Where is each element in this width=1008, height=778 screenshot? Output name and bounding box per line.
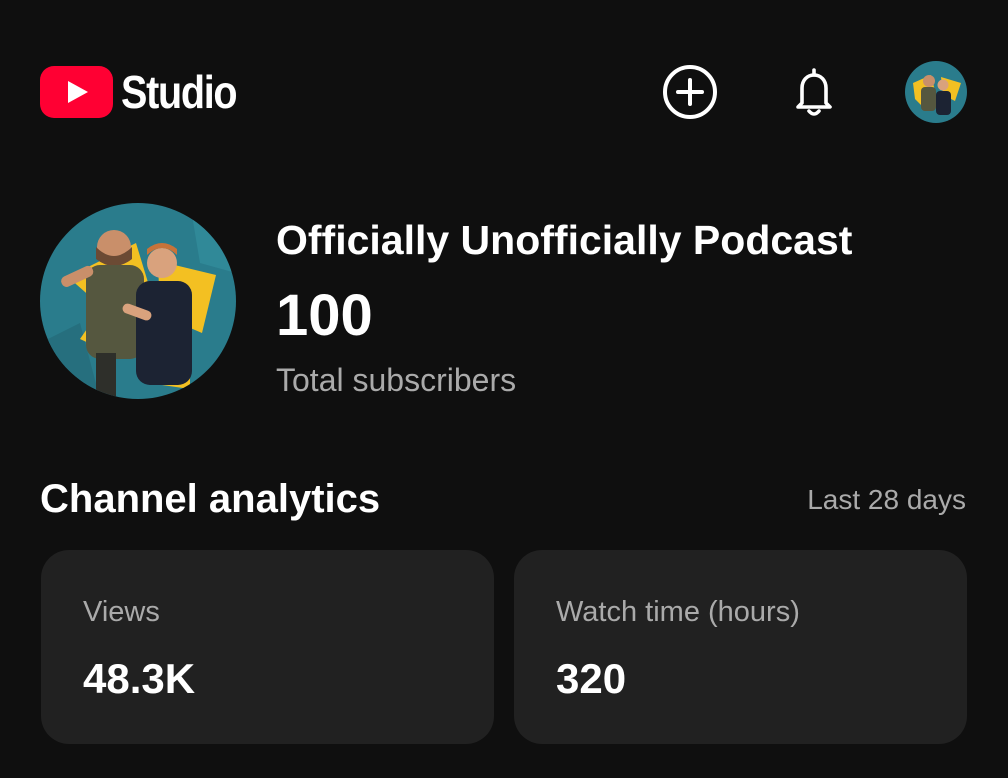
watch-time-value: 320 [556,655,627,702]
channel-analytics-title: Channel analytics [40,477,381,521]
date-range-label[interactable]: Last 28 days [807,482,966,518]
views-card[interactable]: Views 48.3K [41,550,494,744]
views-value: 48.3K [83,655,196,702]
top-app-bar: Studio [0,0,1008,190]
watch-time-label: Watch time (hours) [556,596,800,628]
subscriber-label: Total subscribers [276,362,517,398]
create-button[interactable] [660,62,720,122]
channel-name: Officially Unofficially Podcast [276,217,853,263]
logo-text: Studio [121,66,238,118]
views-label: Views [83,596,160,628]
youtube-studio-logo[interactable]: Studio [40,66,255,118]
notifications-button[interactable] [784,62,844,122]
bell-icon [796,68,832,116]
channel-avatar[interactable] [40,203,236,399]
account-avatar[interactable] [905,61,967,123]
add-circle-icon [663,65,717,119]
subscriber-count: 100 [276,283,373,348]
watch-time-card[interactable]: Watch time (hours) 320 [514,550,967,744]
youtube-play-icon [40,66,113,118]
